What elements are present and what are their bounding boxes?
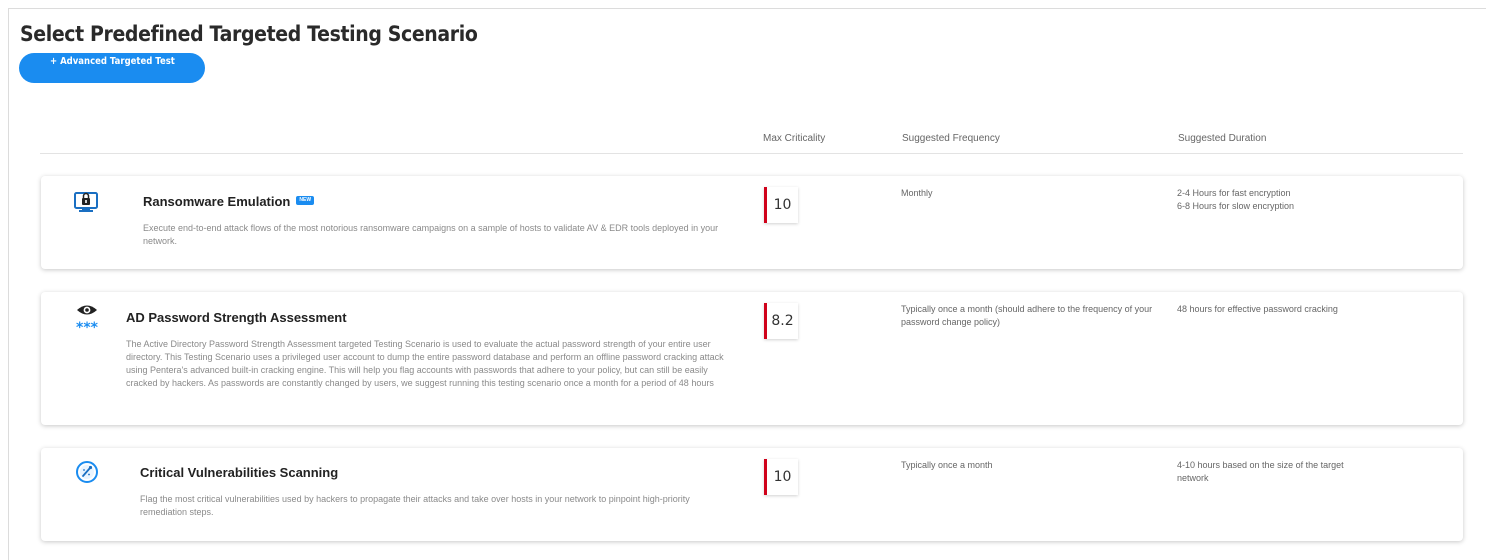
- scenario-card-ad-password[interactable]: *** AD Password Strength Assessment The …: [41, 292, 1463, 425]
- criticality-score: 10: [764, 459, 798, 495]
- vulnerability-scan-icon: [75, 460, 99, 489]
- suggested-frequency: Monthly: [901, 188, 933, 198]
- svg-text:***: ***: [76, 320, 99, 334]
- column-header-criticality: Max Criticality: [763, 133, 826, 144]
- scenario-title: Ransomware Emulation NEW: [143, 194, 315, 209]
- suggested-frequency: Typically once a month: [901, 460, 993, 470]
- ransomware-monitor-lock-icon: [73, 190, 99, 219]
- scenario-card-ransomware[interactable]: Ransomware Emulation NEW Execute end-to-e…: [41, 176, 1463, 269]
- scenario-title: AD Password Strength Assessment: [126, 310, 347, 325]
- eye-password-icon: ***: [74, 302, 100, 339]
- advanced-targeted-test-button[interactable]: + Advanced Targeted Test: [19, 53, 205, 83]
- suggested-duration: 2-4 Hours for fast encryption 6-8 Hours …: [1177, 188, 1295, 211]
- column-header-frequency: Suggested Frequency: [902, 133, 1000, 144]
- frame-top-border: [8, 8, 1486, 9]
- frame-left-border: [8, 8, 9, 560]
- scenario-description: The Active Directory Password Strength A…: [126, 339, 724, 388]
- scenario-card-critical-vulnerabilities[interactable]: Critical Vulnerabilities Scanning Flag t…: [41, 448, 1463, 541]
- criticality-score: 10: [764, 187, 798, 223]
- scenario-description: Flag the most critical vulnerabilities u…: [140, 494, 690, 517]
- suggested-duration: 4-10 hours based on the size of the targ…: [1177, 460, 1344, 483]
- header-divider: [40, 153, 1463, 154]
- suggested-duration: 48 hours for effective password cracking: [1177, 304, 1338, 314]
- criticality-score: 8.2: [764, 303, 798, 339]
- column-header-duration: Suggested Duration: [1178, 133, 1267, 144]
- scenario-description: Execute end-to-end attack flows of the m…: [143, 223, 719, 246]
- page-title: Select Predefined Targeted Testing Scena…: [20, 22, 478, 46]
- new-badge: NEW: [296, 196, 315, 206]
- scenario-title: Critical Vulnerabilities Scanning: [140, 465, 339, 480]
- suggested-frequency: Typically once a month (should adhere to…: [901, 304, 1153, 327]
